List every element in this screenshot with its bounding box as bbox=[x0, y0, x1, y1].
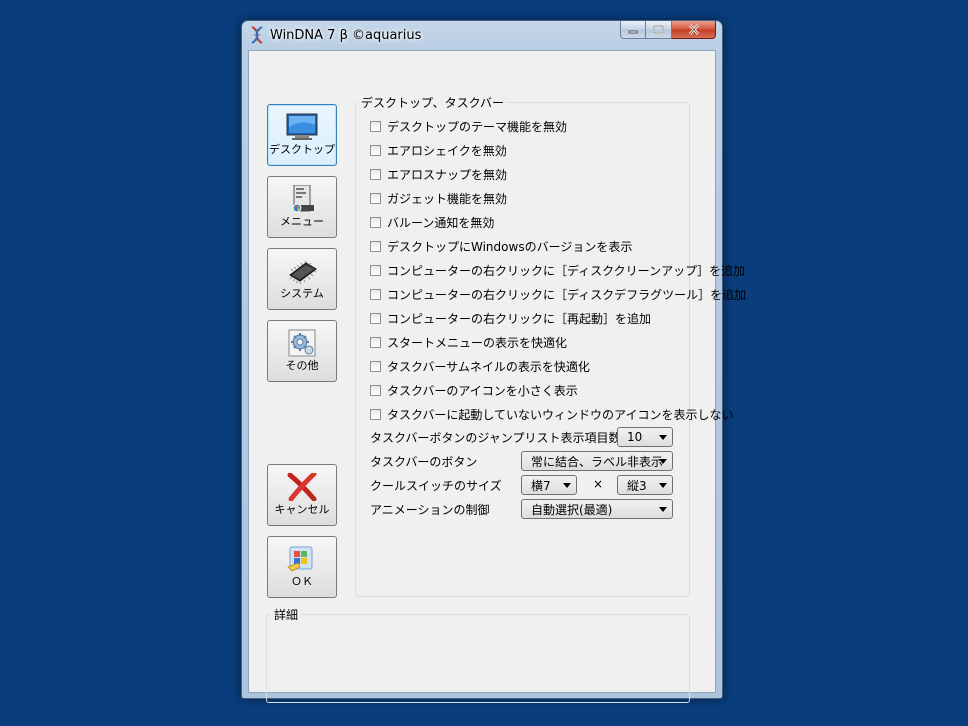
maximize-icon bbox=[653, 25, 664, 34]
nav-system-label: システム bbox=[280, 287, 324, 300]
jumplist-count-select[interactable]: 10 bbox=[617, 427, 673, 447]
check-disable-aero-snap[interactable]: エアロスナップを無効 bbox=[370, 165, 507, 183]
group-title: デスクトップ、タスクバー bbox=[359, 94, 507, 111]
check-disable-gadgets[interactable]: ガジェット機能を無効 bbox=[370, 189, 507, 207]
checkbox[interactable] bbox=[370, 216, 381, 228]
check-label: デスクトップのテーマ機能を無効 bbox=[387, 119, 568, 134]
check-label: タスクバーサムネイルの表示を快適化 bbox=[387, 359, 590, 374]
nav-other-label: その他 bbox=[285, 359, 319, 372]
check-label: バルーン通知を無効 bbox=[387, 215, 495, 230]
check-label: スタートメニューの表示を快適化 bbox=[387, 335, 568, 350]
jumplist-label: タスクバーボタンのジャンプリスト表示項目数 bbox=[370, 431, 621, 445]
close-icon bbox=[688, 24, 699, 35]
chevron-down-icon bbox=[659, 483, 667, 488]
taskbar-buttons-value: 常に結合、ラベル非表示 bbox=[531, 454, 664, 469]
check-label: ガジェット機能を無効 bbox=[387, 191, 508, 206]
checkbox[interactable] bbox=[370, 288, 381, 300]
check-show-windows-version[interactable]: デスクトップにWindowsのバージョンを表示 bbox=[370, 237, 632, 255]
dna-icon bbox=[251, 26, 263, 44]
minimize-icon bbox=[628, 30, 638, 33]
taskbar-buttons-label: タスクバーのボタン bbox=[370, 455, 478, 469]
window-title: WinDNA 7 β ©aquarius bbox=[270, 28, 422, 43]
checkbox[interactable] bbox=[370, 408, 381, 420]
check-hide-inactive-icons[interactable]: タスクバーに起動していないウィンドウのアイコンを表示しない bbox=[370, 405, 733, 423]
check-label: エアロスナップを無効 bbox=[387, 167, 508, 182]
check-add-disk-cleanup[interactable]: コンピューターの右クリックに［ディスククリーンアップ］を追加 bbox=[370, 261, 745, 279]
check-label: コンピューターの右クリックに［ディスクデフラグツール］を追加 bbox=[387, 287, 747, 302]
maximize-button[interactable] bbox=[646, 21, 672, 39]
checkbox[interactable] bbox=[370, 144, 381, 156]
chevron-down-icon bbox=[563, 483, 571, 488]
nav-desktop-label: デスクトップ bbox=[269, 143, 335, 156]
app-window: WinDNA 7 β ©aquarius デスクトップ メニュー システム その… bbox=[241, 20, 746, 703]
check-add-restart[interactable]: コンピューターの右クリックに［再起動］を追加 bbox=[370, 309, 651, 327]
nav-menu-button[interactable]: メニュー bbox=[267, 176, 337, 238]
check-label: タスクバーのアイコンを小さく表示 bbox=[387, 383, 578, 398]
animation-select[interactable]: 自動選択(最適) bbox=[521, 499, 673, 519]
check-label: エアロシェイクを無効 bbox=[387, 143, 507, 158]
checkbox[interactable] bbox=[370, 240, 381, 252]
jumplist-count-value: 10 bbox=[627, 430, 643, 444]
title-bar[interactable]: WinDNA 7 β ©aquarius bbox=[242, 21, 722, 49]
chevron-down-icon bbox=[659, 459, 667, 464]
check-start-menu-speed[interactable]: スタートメニューの表示を快適化 bbox=[370, 333, 567, 351]
times-sign: × bbox=[593, 477, 604, 491]
minimize-button[interactable] bbox=[620, 21, 646, 39]
ok-label: ＯＫ bbox=[291, 575, 313, 588]
nav-menu-label: メニュー bbox=[280, 215, 324, 228]
details-group bbox=[266, 614, 690, 703]
checkbox[interactable] bbox=[370, 192, 381, 204]
checkbox[interactable] bbox=[370, 360, 381, 372]
coolswitch-height-value: 縦3 bbox=[627, 478, 647, 493]
coolswitch-height-select[interactable]: 縦3 bbox=[617, 475, 673, 495]
checkbox[interactable] bbox=[370, 264, 381, 276]
ok-flag-icon bbox=[287, 546, 313, 572]
checkbox[interactable] bbox=[370, 168, 381, 180]
check-disable-aero-shake[interactable]: エアロシェイクを無効 bbox=[370, 141, 507, 159]
cancel-button[interactable]: キャンセル bbox=[267, 464, 337, 526]
coolswitch-width-value: 横7 bbox=[531, 478, 551, 493]
nav-system-button[interactable]: システム bbox=[267, 248, 337, 310]
coolswitch-width-select[interactable]: 横7 bbox=[521, 475, 577, 495]
details-title: 詳細 bbox=[271, 606, 302, 623]
check-label: コンピューターの右クリックに［ディスククリーンアップ］を追加 bbox=[387, 263, 746, 278]
chip-icon bbox=[289, 260, 317, 285]
chevron-down-icon bbox=[659, 507, 667, 512]
close-button[interactable] bbox=[672, 21, 716, 39]
check-disable-theme[interactable]: デスクトップのテーマ機能を無効 bbox=[370, 117, 567, 135]
cancel-label: キャンセル bbox=[274, 503, 330, 516]
nav-desktop-button[interactable]: デスクトップ bbox=[267, 104, 337, 166]
gear-icon bbox=[288, 329, 316, 357]
chevron-down-icon bbox=[659, 435, 667, 440]
start-menu-icon bbox=[292, 185, 314, 213]
checkbox[interactable] bbox=[370, 120, 381, 132]
check-taskbar-thumbnail-speed[interactable]: タスクバーサムネイルの表示を快適化 bbox=[370, 357, 590, 375]
check-add-defrag[interactable]: コンピューターの右クリックに［ディスクデフラグツール］を追加 bbox=[370, 285, 746, 303]
client-area: デスクトップ メニュー システム その他 キャンセル ＯＫ デスクトップ、タスク… bbox=[248, 50, 746, 703]
check-label: コンピューターの右クリックに［再起動］を追加 bbox=[387, 311, 652, 326]
taskbar-buttons-select[interactable]: 常に結合、ラベル非表示 bbox=[521, 451, 673, 471]
cancel-x-icon bbox=[287, 473, 317, 501]
coolswitch-label: クールスイッチのサイズ bbox=[370, 479, 502, 493]
check-label: タスクバーに起動していないウィンドウのアイコンを表示しない bbox=[387, 407, 734, 422]
checkbox[interactable] bbox=[370, 384, 381, 396]
checkbox[interactable] bbox=[370, 312, 381, 324]
caption-buttons bbox=[620, 21, 716, 40]
monitor-icon bbox=[286, 113, 318, 140]
animation-label: アニメーションの制御 bbox=[370, 503, 490, 517]
check-label: デスクトップにWindowsのバージョンを表示 bbox=[387, 239, 633, 254]
animation-value: 自動選択(最適) bbox=[531, 502, 613, 517]
check-small-taskbar-icons[interactable]: タスクバーのアイコンを小さく表示 bbox=[370, 381, 578, 399]
check-disable-balloon[interactable]: バルーン通知を無効 bbox=[370, 213, 494, 231]
ok-button[interactable]: ＯＫ bbox=[267, 536, 337, 598]
nav-other-button[interactable]: その他 bbox=[267, 320, 337, 382]
checkbox[interactable] bbox=[370, 336, 381, 348]
